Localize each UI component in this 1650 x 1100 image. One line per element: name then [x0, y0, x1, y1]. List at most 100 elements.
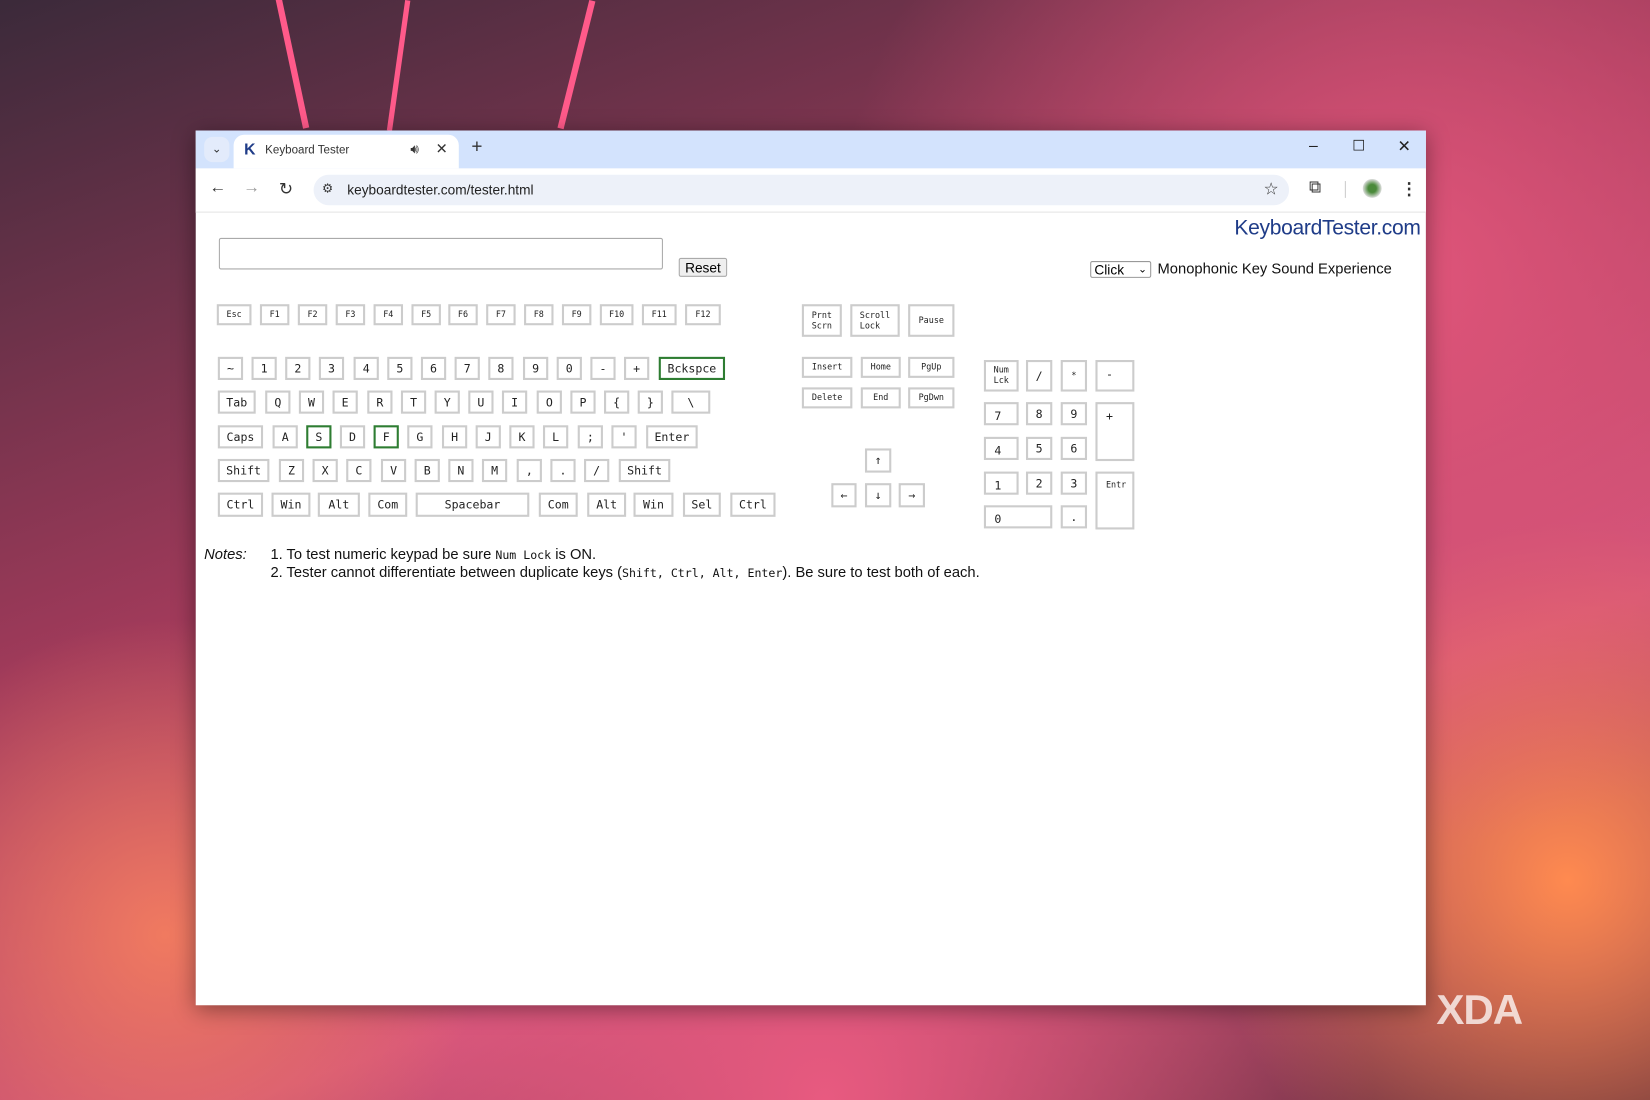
key[interactable]: , — [516, 458, 542, 483]
key[interactable]: Z — [278, 458, 305, 483]
key[interactable]: N — [448, 458, 474, 483]
key[interactable]: I — [501, 390, 528, 414]
key-numpad[interactable]: 6 — [1060, 436, 1088, 460]
key[interactable]: Tab — [217, 390, 256, 414]
key[interactable]: 8 — [488, 356, 514, 380]
key-numpad[interactable]: 5 — [1025, 436, 1053, 460]
key-esc[interactable]: Esc — [216, 304, 252, 326]
key[interactable]: 9 — [522, 356, 549, 380]
key[interactable]: . — [550, 458, 576, 483]
key-numpad[interactable]: 4 — [983, 436, 1019, 460]
key-nav[interactable]: Home — [860, 356, 901, 378]
key-numpad[interactable]: * — [1060, 359, 1088, 392]
key[interactable]: 0 — [556, 356, 582, 380]
key-f7[interactable]: F7 — [486, 304, 516, 326]
key[interactable]: Shift — [217, 458, 270, 483]
tab-keyboard-tester[interactable]: K Keyboard Tester 🔊︎ ✕ — [233, 134, 459, 169]
key[interactable]: K — [509, 425, 535, 449]
speaker-icon[interactable]: 🔊︎ — [410, 141, 419, 158]
key-system[interactable]: Scroll Lock — [850, 304, 900, 337]
key[interactable]: Shift — [618, 458, 671, 483]
key-numpad[interactable]: 0 — [983, 505, 1053, 529]
key-f11[interactable]: F11 — [641, 304, 677, 326]
key-numpad[interactable]: 7 — [983, 402, 1019, 426]
key[interactable]: U — [468, 390, 494, 414]
key-arrow[interactable]: ↓ — [864, 483, 892, 508]
key[interactable]: Caps — [217, 425, 264, 449]
menu-kebab-icon[interactable]: ⋮ — [1401, 179, 1418, 200]
key-f2[interactable]: F2 — [297, 304, 328, 326]
sound-select[interactable]: Click ⌄ — [1090, 261, 1152, 278]
key-f9[interactable]: F9 — [561, 304, 592, 326]
key-numpad[interactable]: 8 — [1025, 402, 1053, 426]
key[interactable]: Ctrl — [217, 492, 264, 517]
key[interactable]: B — [414, 458, 440, 483]
key-arrow[interactable]: → — [898, 483, 925, 508]
close-tab-icon[interactable]: ✕ — [436, 140, 448, 158]
key[interactable]: Alt — [317, 492, 360, 517]
key[interactable]: ' — [611, 425, 637, 449]
key[interactable]: L — [542, 425, 569, 449]
address-bar[interactable]: ⚙ keyboardtester.com/tester.html ☆ — [313, 174, 1290, 206]
key-numpad[interactable]: 3 — [1060, 471, 1088, 495]
key[interactable]: T — [400, 390, 427, 414]
key[interactable]: R — [367, 390, 393, 414]
key[interactable]: F — [373, 425, 399, 449]
key[interactable]: W — [298, 390, 325, 414]
key-numpad[interactable]: - — [1095, 359, 1135, 392]
key[interactable]: D — [339, 425, 366, 449]
back-icon[interactable]: ← — [209, 179, 226, 198]
key[interactable]: Ctrl — [730, 492, 776, 517]
key[interactable]: } — [637, 390, 663, 414]
key-f10[interactable]: F10 — [599, 304, 634, 326]
key[interactable]: C — [346, 458, 372, 483]
key[interactable]: Win — [633, 492, 674, 517]
site-logo[interactable]: KeyboardTester.com — [1234, 217, 1420, 241]
bookmark-star-icon[interactable]: ☆ — [1263, 179, 1278, 200]
key[interactable]: Alt — [587, 492, 627, 517]
key[interactable]: 1 — [251, 356, 277, 380]
key-numpad[interactable]: 2 — [1025, 471, 1053, 495]
key-f4[interactable]: F4 — [373, 304, 404, 326]
key[interactable]: - — [590, 356, 616, 380]
key[interactable]: O — [536, 390, 562, 414]
key[interactable]: G — [407, 425, 433, 449]
key[interactable]: / — [584, 458, 610, 483]
maximize-button[interactable]: ☐ — [1352, 137, 1365, 155]
test-textarea[interactable] — [218, 237, 663, 270]
key-f6[interactable]: F6 — [448, 304, 478, 326]
tab-search-button[interactable]: ⌄ — [204, 136, 230, 163]
key-numpad[interactable]: + — [1095, 402, 1135, 462]
site-settings-icon[interactable]: ⚙ — [322, 181, 333, 196]
key-f5[interactable]: F5 — [411, 304, 441, 326]
key[interactable]: Win — [271, 492, 311, 517]
key-f3[interactable]: F3 — [335, 304, 366, 326]
key-numpad[interactable]: 1 — [983, 471, 1019, 495]
key-numpad[interactable]: . — [1060, 505, 1088, 529]
key[interactable]: X — [312, 458, 338, 483]
key-arrow[interactable]: ↑ — [864, 448, 892, 473]
key-nav[interactable]: End — [860, 387, 901, 409]
reload-icon[interactable]: ↻ — [279, 179, 293, 200]
key[interactable]: Bckspce — [658, 356, 726, 380]
key[interactable]: S — [306, 425, 332, 449]
key-f8[interactable]: F8 — [524, 304, 554, 326]
key[interactable]: 2 — [285, 356, 311, 380]
key[interactable]: J — [475, 425, 501, 449]
key-numpad[interactable]: Num Lck — [983, 359, 1019, 392]
key-nav[interactable]: Delete — [801, 387, 853, 409]
close-window-button[interactable]: ✕ — [1397, 137, 1410, 156]
key[interactable]: Sel — [682, 492, 721, 517]
key-numpad[interactable]: / — [1025, 359, 1053, 392]
key-numpad[interactable]: 9 — [1060, 402, 1088, 426]
key[interactable]: 4 — [353, 356, 379, 380]
key[interactable]: 5 — [387, 356, 413, 380]
key[interactable]: 3 — [318, 356, 345, 380]
key[interactable]: { — [604, 390, 630, 414]
key-f12[interactable]: F12 — [685, 304, 721, 326]
profile-avatar[interactable] — [1362, 178, 1382, 198]
minimize-button[interactable]: – — [1309, 137, 1318, 155]
new-tab-button[interactable]: + — [471, 136, 482, 158]
key[interactable]: 7 — [454, 356, 480, 380]
key[interactable]: A — [272, 425, 298, 449]
